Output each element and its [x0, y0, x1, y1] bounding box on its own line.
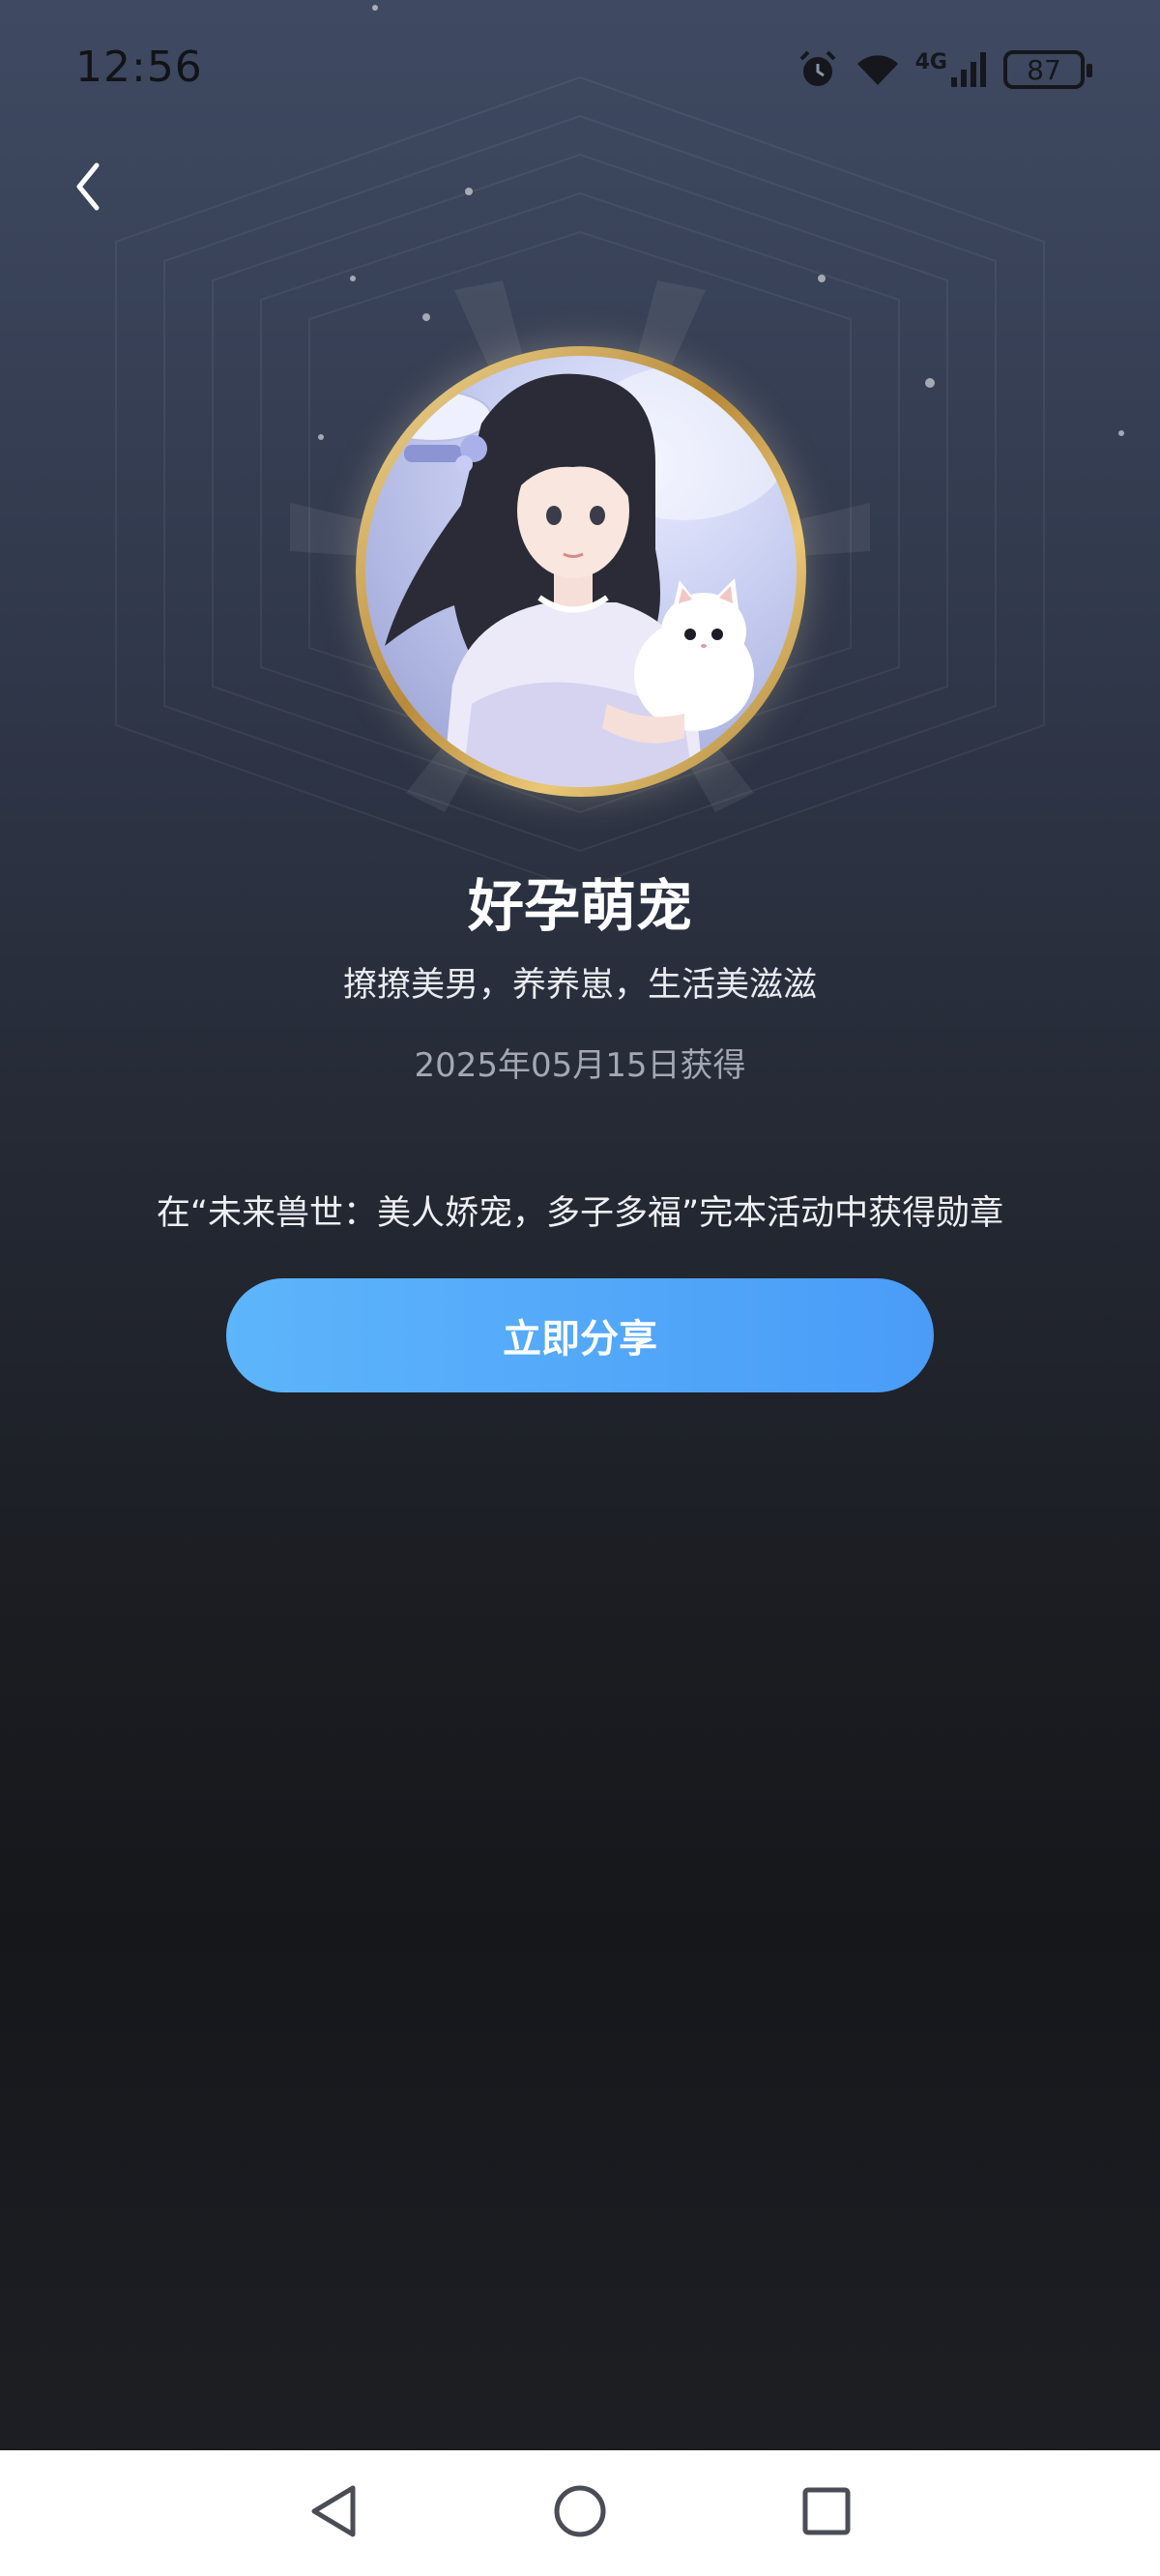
nav-recents-button[interactable]	[785, 2472, 868, 2555]
signal-icon: 4G	[915, 50, 990, 89]
wifi-icon	[854, 50, 902, 89]
home-circle-icon	[551, 2482, 609, 2544]
badge-earned-date: 2025年05月15日获得	[414, 1046, 746, 1085]
back-triangle-icon	[306, 2482, 361, 2544]
recents-square-icon	[799, 2484, 854, 2542]
back-button[interactable]	[54, 155, 122, 222]
badge-gold-ring	[356, 346, 806, 797]
nav-back-button[interactable]	[292, 2472, 375, 2555]
badge-subtitle: 撩撩美男，养养崽，生活美滋滋	[342, 966, 817, 1005]
nav-home-button[interactable]	[538, 2472, 622, 2555]
system-navigation-bar	[0, 2450, 1160, 2576]
status-bar: 12:56 4G 87	[0, 0, 1160, 135]
status-time: 12:56	[75, 43, 203, 92]
status-icons: 4G 87	[796, 43, 1092, 97]
share-button[interactable]: 立即分享	[226, 1278, 934, 1392]
badge-illustration	[365, 356, 797, 787]
battery-level: 87	[1027, 53, 1061, 86]
alarm-icon	[796, 47, 840, 92]
badge-title: 好孕萌宠	[467, 873, 692, 939]
badge-medal	[356, 346, 806, 797]
network-type-label: 4G	[914, 50, 947, 74]
chevron-left-icon	[73, 161, 102, 216]
battery-icon: 87	[1003, 50, 1092, 89]
badge-description: 在“未来兽世：美人娇宠，多子多福”完本活动中获得勋章	[156, 1194, 1004, 1233]
